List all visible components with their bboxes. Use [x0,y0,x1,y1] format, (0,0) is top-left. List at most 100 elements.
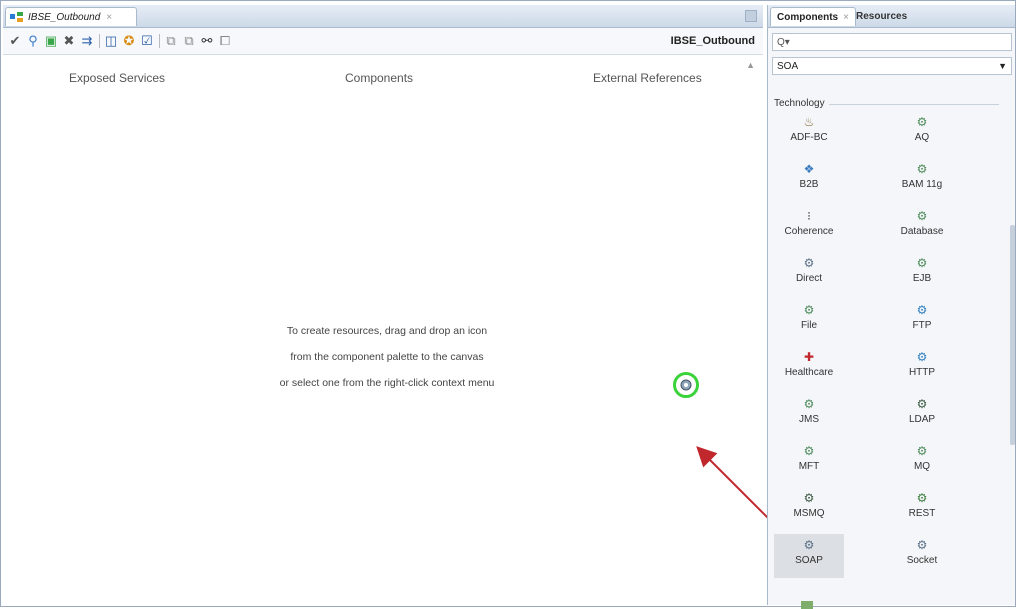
delete-icon[interactable]: ✖ [61,33,77,49]
scroll-up-icon[interactable]: ▲ [746,60,755,70]
palette-item-label: EJB [912,273,932,284]
paste-icon[interactable]: ⧉ [181,33,197,49]
tab-components-label: Components [777,11,839,23]
bam-icon: ⚙ [916,162,928,176]
chevron-down-icon: ▼ [998,61,1007,71]
palette-item-label: Coherence [784,226,834,237]
palette-item-ejb[interactable]: ⚙ EJB [887,252,957,296]
palette-item-label: ADF-BC [790,132,828,143]
editor-tab-bar: IBSE_Outbound × [3,5,763,28]
canvas-hint-line: To create resources, drag and drop an ic… [286,325,488,337]
palette-item-label: File [800,320,818,331]
palette-item-database[interactable]: ⚙ Database [887,205,957,249]
palette-item-label: B2B [799,179,819,190]
palette-item-label: MSMQ [793,508,825,519]
palette-item-label: SOAP [795,555,823,566]
components-header: Components [345,71,414,85]
palette-item-label: REST [908,508,936,519]
tab-components[interactable]: Components × [770,7,856,26]
canvas-hint-line: from the component palette to the canvas [290,351,484,363]
canvas-hint-line: or select one from the right-click conte… [279,377,495,389]
palette-item-aq[interactable]: ⚙ AQ [887,111,957,155]
ldap-icon: ⚙ [916,397,928,411]
palette-search-input[interactable]: Q▾ [772,33,1012,51]
palette-item-file[interactable]: ⚙ File [774,299,844,343]
wire-icon[interactable]: ⚲ [25,33,41,49]
palette-item-msmq[interactable]: ⚙ MSMQ [774,487,844,531]
database-icon: ⚙ [916,209,928,223]
composite-name: IBSE_Outbound [670,35,755,47]
editor-tab[interactable]: IBSE_Outbound × [5,7,137,26]
mq-icon: ⚙ [916,444,928,458]
maximize-icon[interactable] [745,10,757,22]
soap-icon: ⚙ [803,538,815,552]
component-palette: Components × Resources Q▾ SOA ▼ Technolo… [767,5,1015,609]
palette-item-http[interactable]: ⚙ HTTP [887,346,957,390]
partial-item-icon [801,601,813,609]
palette-item-jms[interactable]: ⚙ JMS [774,393,844,437]
palette-scrollbar[interactable] [1010,225,1015,445]
palette-item-bam-11g[interactable]: ⚙ BAM 11g [887,158,957,202]
b2b-icon: ❖ [803,162,815,176]
palette-item-socket[interactable]: ⚙ Socket [887,534,957,578]
close-icon[interactable]: × [106,12,112,23]
palette-item-label: BAM 11g [901,179,943,190]
group-label: Technology [774,98,829,109]
palette-item-label: LDAP [908,414,936,425]
exposed-services-header: Exposed Services [69,71,166,85]
search-icon: Q▾ [777,36,790,48]
tab-resources[interactable]: Resources [850,7,913,26]
image-icon[interactable]: ▣ [43,33,59,49]
palette-item-label: Healthcare [784,367,834,378]
tab-resources-label: Resources [856,11,908,22]
palette-item-ftp[interactable]: ⚙ FTP [887,299,957,343]
editor-tab-title: IBSE_Outbound [28,11,101,23]
palette-item-label: MQ [913,461,931,472]
palette-tabs: Components × Resources [768,5,1015,28]
copy-icon[interactable]: ⧉ [163,33,179,49]
file-icon: ⚙ [803,303,815,317]
duplicate-icon[interactable]: ⧠ [217,33,233,49]
palette-item-soap[interactable]: ⚙ SOAP [774,534,844,578]
palette-item-coherence[interactable]: ⁝ Coherence [774,205,844,249]
dropped-soap-icon[interactable] [673,372,699,398]
palette-item-label: AQ [914,132,930,143]
deploy-icon[interactable]: ⇉ [79,33,95,49]
palette-item-direct[interactable]: ⚙ Direct [774,252,844,296]
direct-icon: ⚙ [803,256,815,270]
coherence-icon: ⁝ [807,209,811,223]
palette-item-rest[interactable]: ⚙ REST [887,487,957,531]
msmq-icon: ⚙ [803,491,815,505]
test-icon[interactable]: ◫ [103,33,119,49]
external-references-header: External References [593,71,702,85]
adf-bc-icon: ♨ [803,115,815,129]
composite-icon [10,11,24,23]
jms-icon: ⚙ [803,397,815,411]
palette-item-label: Database [900,226,944,237]
palette-item-mq[interactable]: ⚙ MQ [887,440,957,484]
palette-item-label: MFT [798,461,820,472]
editor-toolbar: ✔ ⚲ ▣ ✖ ⇉ ◫ ✪ ☑ ⧉ ⧉ ⚯ ⧠ IBSE_Outbound [3,28,763,55]
validate-icon[interactable]: ✔ [7,33,23,49]
palette-item-healthcare[interactable]: ✚ Healthcare [774,346,844,390]
find-icon[interactable]: ⚯ [199,33,215,49]
palette-item-label: Direct [795,273,823,284]
palette-item-label: HTTP [908,367,936,378]
palette-item-label: Socket [906,555,938,566]
ftp-icon: ⚙ [916,303,928,317]
category-select-value: SOA [777,60,799,72]
toolbar-separator [99,34,100,48]
palette-item-ldap[interactable]: ⚙ LDAP [887,393,957,437]
palette-item-b2b[interactable]: ❖ B2B [774,158,844,202]
category-select[interactable]: SOA ▼ [772,57,1012,75]
close-icon[interactable]: × [843,12,849,23]
composite-editor: IBSE_Outbound × ✔ ⚲ ▣ ✖ ⇉ ◫ ✪ ☑ ⧉ ⧉ ⚯ ⧠ … [3,5,763,605]
bug-icon[interactable]: ✪ [121,33,137,49]
palette-item-label: JMS [799,414,819,425]
composite-canvas[interactable]: Exposed Services Components External Ref… [3,55,763,605]
palette-item-mft[interactable]: ⚙ MFT [774,440,844,484]
palette-item-adf-bc[interactable]: ♨ ADF-BC [774,111,844,155]
socket-icon: ⚙ [916,538,928,552]
check-icon[interactable]: ☑ [139,33,155,49]
palette-item-label: FTP [912,320,932,331]
